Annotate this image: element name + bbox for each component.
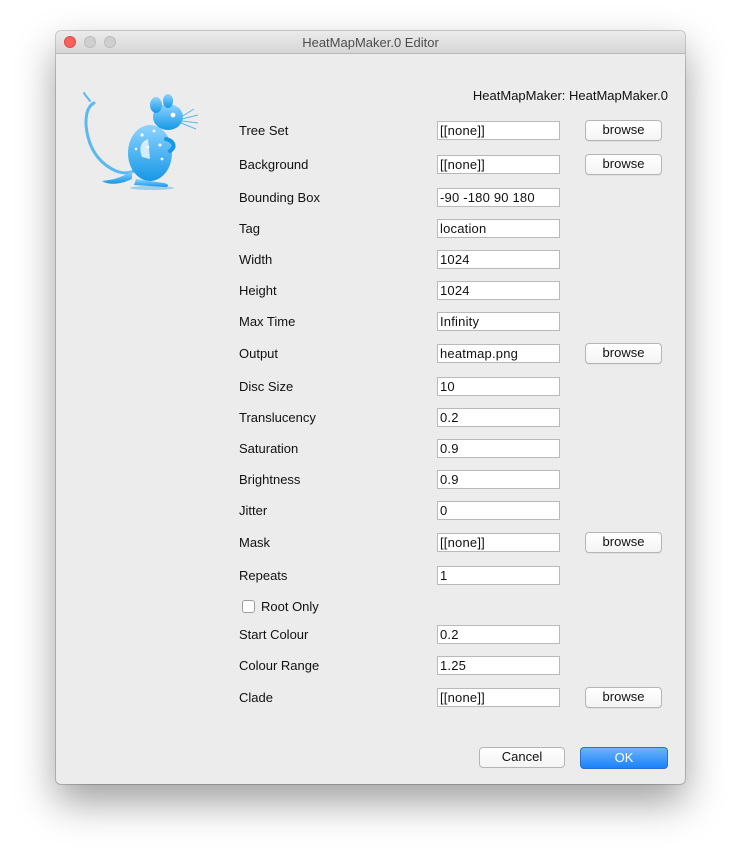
repeats-label: Repeats bbox=[239, 568, 288, 583]
brightness-field[interactable]: 0.9 bbox=[437, 470, 560, 489]
title-bar[interactable]: HeatMapMaker.0 Editor bbox=[56, 31, 685, 54]
tree-set-browse-button[interactable]: browse bbox=[585, 120, 662, 141]
editor-header-label: HeatMapMaker: HeatMapMaker.0 bbox=[472, 88, 668, 103]
window-title: HeatMapMaker.0 Editor bbox=[302, 35, 439, 50]
translucency-field[interactable]: 0.2 bbox=[437, 408, 560, 427]
brightness-label: Brightness bbox=[239, 472, 301, 487]
tag-label: Tag bbox=[239, 221, 260, 236]
disc-size-label: Disc Size bbox=[239, 379, 294, 394]
colour-range-field[interactable]: 1.25 bbox=[437, 656, 560, 675]
output-field[interactable]: heatmap.png bbox=[437, 344, 560, 363]
disc-size-field[interactable]: 10 bbox=[437, 377, 560, 396]
cancel-button[interactable]: Cancel bbox=[479, 747, 565, 768]
background-label: Background bbox=[239, 157, 309, 172]
root-only-label[interactable]: Root Only bbox=[261, 599, 319, 614]
clade-label: Clade bbox=[239, 690, 273, 705]
height-label: Height bbox=[239, 283, 277, 298]
ok-button[interactable]: OK bbox=[580, 747, 668, 769]
background-field[interactable]: [[none]] bbox=[437, 155, 560, 174]
kangaroo-rat-icon bbox=[72, 87, 202, 191]
repeats-field[interactable]: 1 bbox=[437, 566, 560, 585]
start-colour-field[interactable]: 0.2 bbox=[437, 625, 560, 644]
bounding-box-label: Bounding Box bbox=[239, 190, 320, 205]
output-browse-button[interactable]: browse bbox=[585, 343, 662, 364]
height-field[interactable]: 1024 bbox=[437, 281, 560, 300]
colour-range-label: Colour Range bbox=[239, 658, 320, 673]
jitter-field[interactable]: 0 bbox=[437, 501, 560, 520]
background-browse-button[interactable]: browse bbox=[585, 154, 662, 175]
mask-label: Mask bbox=[239, 535, 271, 550]
tree-set-field[interactable]: [[none]] bbox=[437, 121, 560, 140]
max-time-field[interactable]: Infinity bbox=[437, 312, 560, 331]
width-label: Width bbox=[239, 252, 273, 267]
bounding-box-field[interactable]: -90 -180 90 180 bbox=[437, 188, 560, 207]
clade-field[interactable]: [[none]] bbox=[437, 688, 560, 707]
translucency-label: Translucency bbox=[239, 410, 316, 425]
tag-field[interactable]: location bbox=[437, 219, 560, 238]
root-only-checkbox[interactable] bbox=[242, 600, 255, 613]
output-label: Output bbox=[239, 346, 279, 361]
max-time-label: Max Time bbox=[239, 314, 296, 329]
saturation-field[interactable]: 0.9 bbox=[437, 439, 560, 458]
mask-field[interactable]: [[none]] bbox=[437, 533, 560, 552]
width-field[interactable]: 1024 bbox=[437, 250, 560, 269]
clade-browse-button[interactable]: browse bbox=[585, 687, 662, 708]
tree-set-label: Tree Set bbox=[239, 123, 289, 138]
editor-window: HeatMapMaker.0 Editor HeatMapMaker: Heat… bbox=[56, 31, 685, 784]
mask-browse-button[interactable]: browse bbox=[585, 532, 662, 553]
saturation-label: Saturation bbox=[239, 441, 299, 456]
jitter-label: Jitter bbox=[239, 503, 268, 518]
start-colour-label: Start Colour bbox=[239, 627, 309, 642]
